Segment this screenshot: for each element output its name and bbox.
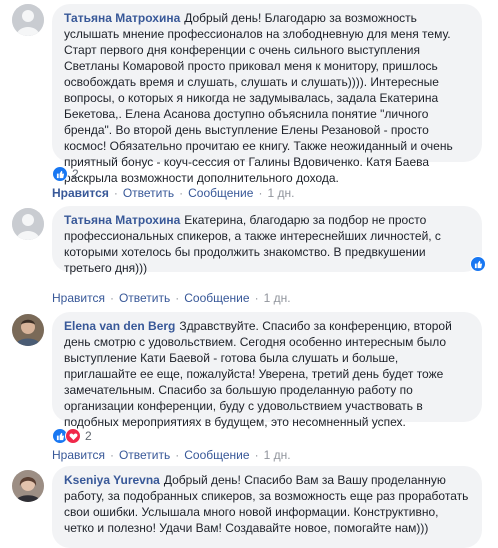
- comment-author[interactable]: Татьяна Матрохина: [64, 213, 180, 227]
- comment-actions: Нравится · Ответить · Сообщение · 1 дн.: [52, 186, 295, 200]
- avatar[interactable]: [12, 208, 44, 240]
- avatar[interactable]: [12, 4, 44, 36]
- comment-bubble: Kseniya Yurevna Добрый день! Спасибо Вам …: [52, 466, 482, 548]
- like-link[interactable]: Нравится: [52, 291, 105, 305]
- message-link[interactable]: Сообщение: [184, 291, 249, 305]
- comment-timestamp[interactable]: 1 дн.: [264, 291, 291, 305]
- like-icon: [470, 256, 486, 272]
- comment-text: Добрый день! Благодарю за возможность ус…: [64, 11, 453, 185]
- reaction-count: 2: [85, 429, 92, 443]
- message-link[interactable]: Сообщение: [184, 448, 249, 462]
- comment-author[interactable]: Татьяна Матрохина: [64, 11, 180, 25]
- like-link[interactable]: Нравится: [52, 448, 105, 462]
- comment-timestamp[interactable]: 1 дн.: [264, 448, 291, 462]
- reply-link[interactable]: Ответить: [119, 291, 170, 305]
- like-icon: [52, 166, 68, 182]
- reaction-summary[interactable]: 2: [52, 166, 79, 182]
- comment-author[interactable]: Kseniya Yurevna: [64, 473, 160, 487]
- reaction-summary[interactable]: 2: [52, 428, 92, 444]
- reaction-summary[interactable]: [470, 256, 486, 272]
- reply-link[interactable]: Ответить: [123, 186, 174, 200]
- comment-bubble: Татьяна Матрохина Добрый день! Благодарю …: [52, 4, 482, 185]
- comment-author[interactable]: Elena van den Berg: [64, 319, 175, 333]
- avatar[interactable]: [12, 314, 44, 346]
- reaction-count: 2: [72, 167, 79, 181]
- comment-actions: Нравится · Ответить · Сообщение · 1 дн.: [52, 448, 291, 462]
- comment-actions: Нравится · Ответить · Сообщение · 1 дн.: [52, 291, 291, 305]
- like-link[interactable]: Нравится: [52, 186, 109, 200]
- avatar[interactable]: [12, 470, 44, 502]
- comment-bubble: Татьяна Матрохина Екатерина, благодарю за…: [52, 206, 482, 275]
- reply-link[interactable]: Ответить: [119, 448, 170, 462]
- love-icon: [65, 428, 81, 444]
- comment-text: Здравствуйте. Спасибо за конференцию, вт…: [64, 319, 452, 429]
- comment-bubble: Elena van den Berg Здравствуйте. Спасибо …: [52, 312, 482, 429]
- comment-timestamp[interactable]: 1 дн.: [267, 186, 294, 200]
- message-link[interactable]: Сообщение: [188, 186, 253, 200]
